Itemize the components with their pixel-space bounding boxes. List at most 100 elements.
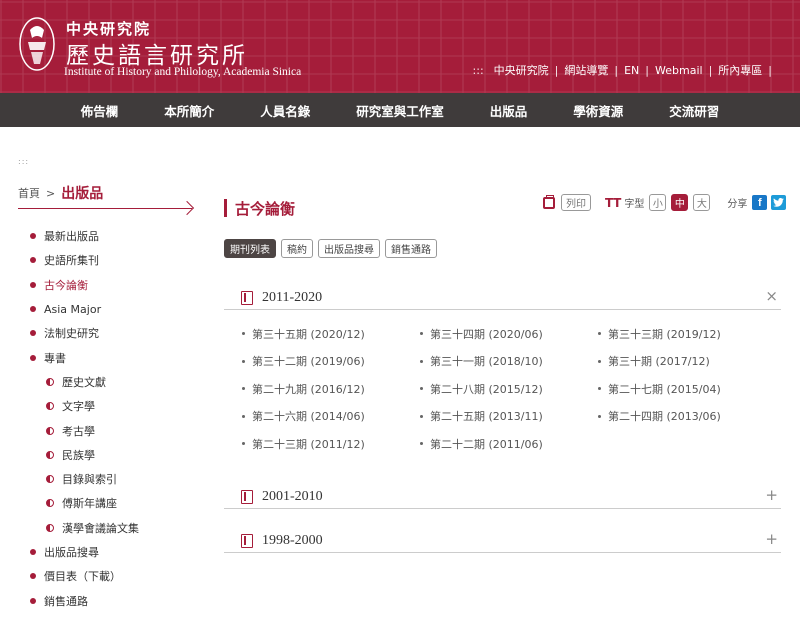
issue-link[interactable]: 第三十一期 (2018/10) bbox=[420, 348, 598, 376]
nav-item-announcements[interactable]: 佈告欄 bbox=[81, 101, 119, 120]
accesskey-marker: ::: bbox=[18, 157, 30, 166]
bullet-icon bbox=[30, 354, 36, 361]
issue-link[interactable]: 第三十四期 (2020/06) bbox=[420, 320, 598, 348]
accordion-header[interactable]: 1998-2000 + bbox=[224, 529, 781, 553]
tab-search[interactable]: 出版品搜尋 bbox=[318, 239, 380, 258]
issue-link[interactable]: 第二十三期 (2011/12) bbox=[242, 430, 420, 458]
font-medium-button[interactable]: 中 bbox=[671, 194, 689, 211]
close-icon[interactable]: × bbox=[765, 289, 778, 304]
issue-link[interactable]: 第三十三期 (2019/12) bbox=[598, 320, 776, 348]
sidebar-item-pricelist[interactable]: 價目表（下載） bbox=[28, 564, 208, 588]
divider: | bbox=[554, 63, 559, 77]
sidebar-item-label: 民族學 bbox=[62, 448, 95, 462]
twitter-icon[interactable] bbox=[771, 195, 787, 210]
bullet-icon bbox=[242, 442, 245, 446]
divider: | bbox=[614, 63, 619, 77]
tab-submission[interactable]: 稿約 bbox=[281, 239, 313, 258]
top-links: ::: 中央研究院 | 網站導覽 | EN | Webmail | 所內專區 | bbox=[473, 62, 778, 78]
toplink-intranet[interactable]: 所內專區 bbox=[718, 62, 762, 78]
accordion-2001-2010: 2001-2010 + bbox=[224, 485, 781, 509]
sidebar-item-latest[interactable]: 最新出版品 bbox=[28, 224, 208, 248]
nav-item-publications[interactable]: 出版品 bbox=[490, 101, 528, 120]
sidebar-item-bulletin[interactable]: 史語所集刊 bbox=[28, 248, 208, 272]
sidebar-subitem-philology[interactable]: 文字學 bbox=[28, 394, 208, 418]
issue-link[interactable]: 第二十七期 (2015/04) bbox=[598, 375, 776, 403]
issue-label: 第二十五期 (2013/11) bbox=[430, 410, 543, 424]
bullet-icon bbox=[30, 330, 36, 337]
issue-link[interactable]: 第三十五期 (2020/12) bbox=[242, 320, 420, 348]
breadcrumb-current: 出版品 bbox=[61, 186, 104, 202]
plus-icon[interactable]: + bbox=[765, 488, 778, 503]
breadcrumb-separator: > bbox=[46, 186, 56, 200]
issue-link[interactable]: 第二十二期 (2011/06) bbox=[420, 430, 598, 458]
issue-link[interactable]: 第二十八期 (2015/12) bbox=[420, 375, 598, 403]
issue-label: 第二十二期 (2011/06) bbox=[430, 437, 543, 451]
nav-item-about[interactable]: 本所簡介 bbox=[164, 101, 214, 120]
tab-issue-list[interactable]: 期刊列表 bbox=[224, 239, 276, 258]
sidebar-item-label: 傅斯年講座 bbox=[62, 497, 117, 511]
breadcrumb-home[interactable]: 首頁 bbox=[18, 185, 40, 201]
nav-item-exchange[interactable]: 交流研習 bbox=[669, 101, 719, 120]
issue-link[interactable]: 第三十二期 (2019/06) bbox=[242, 348, 420, 376]
book-icon bbox=[241, 533, 253, 548]
printer-icon[interactable] bbox=[543, 194, 555, 209]
sidebar-item-asia-major[interactable]: Asia Major bbox=[28, 297, 208, 321]
brand-institute-name[interactable]: 歷史語言研究所 bbox=[66, 36, 248, 70]
issue-label: 第三十二期 (2019/06) bbox=[252, 355, 365, 369]
bullet-icon bbox=[242, 359, 245, 363]
tab-sales[interactable]: 銷售通路 bbox=[385, 239, 437, 258]
sidebar-item-label: 目錄與索引 bbox=[62, 473, 117, 487]
bullet-icon bbox=[30, 573, 36, 580]
sidebar-item-sales[interactable]: 銷售通路 bbox=[28, 588, 208, 612]
nav-item-resources[interactable]: 學術資源 bbox=[573, 101, 623, 120]
sidebar-item-label: 專書 bbox=[44, 351, 66, 365]
bullet-icon bbox=[30, 549, 36, 555]
toplink-sitemap[interactable]: 網站導覽 bbox=[564, 62, 608, 78]
institute-logo-icon[interactable] bbox=[18, 16, 56, 72]
bullet-icon bbox=[30, 597, 36, 604]
page-title: 古今論衡 bbox=[235, 200, 296, 218]
half-circle-bullet-icon bbox=[46, 402, 54, 411]
accordion-title: 1998-2000 bbox=[262, 532, 323, 548]
accordion-header[interactable]: 2001-2010 + bbox=[224, 485, 781, 509]
issue-label: 第二十七期 (2015/04) bbox=[608, 382, 721, 396]
sidebar-subitem-lectures[interactable]: 傅斯年講座 bbox=[28, 491, 208, 515]
sidebar-item-monographs[interactable]: 專書 bbox=[28, 345, 208, 369]
site-header: 中央研究院 歷史語言研究所 Institute of History and P… bbox=[0, 0, 800, 93]
sidebar-item-label: 考古學 bbox=[62, 424, 95, 438]
bullet-icon bbox=[420, 414, 423, 418]
sidebar-subitem-conference[interactable]: 漢學會議論文集 bbox=[28, 516, 208, 540]
toplink-academia[interactable]: 中央研究院 bbox=[494, 62, 549, 78]
issue-link[interactable]: 第二十四期 (2013/06) bbox=[598, 403, 776, 431]
facebook-icon[interactable]: f bbox=[752, 195, 768, 210]
issue-link[interactable]: 第二十九期 (2016/12) bbox=[242, 375, 420, 403]
sidebar-item-label: 最新出版品 bbox=[44, 230, 99, 244]
issue-link[interactable]: 第三十期 (2017/12) bbox=[598, 348, 776, 376]
sidebar-item-gujin[interactable]: 古今論衡 bbox=[28, 273, 208, 297]
plus-icon[interactable]: + bbox=[765, 532, 778, 547]
sidebar-item-label: 法制史研究 bbox=[44, 327, 99, 341]
sidebar-item-search[interactable]: 出版品搜尋 bbox=[28, 540, 208, 564]
sidebar-subitem-documents[interactable]: 歷史文獻 bbox=[28, 370, 208, 394]
sidebar-item-legal-history[interactable]: 法制史研究 bbox=[28, 321, 208, 345]
accordion-title: 2011-2020 bbox=[262, 289, 323, 305]
font-large-button[interactable]: 大 bbox=[693, 194, 711, 211]
print-button[interactable]: 列印 bbox=[561, 194, 591, 211]
divider: | bbox=[708, 63, 713, 77]
sidebar-subitem-archaeology[interactable]: 考古學 bbox=[28, 418, 208, 442]
half-circle-bullet-icon bbox=[46, 523, 54, 532]
toplink-english[interactable]: EN bbox=[624, 64, 639, 77]
issue-link[interactable]: 第二十六期 (2014/06) bbox=[242, 403, 420, 431]
nav-item-people[interactable]: 人員名錄 bbox=[260, 101, 310, 120]
page-tools: 列印 ꓔT 字型 小 中 大 分享 f bbox=[543, 194, 790, 211]
sidebar-subitem-ethnology[interactable]: 民族學 bbox=[28, 443, 208, 467]
nav-item-labs[interactable]: 研究室與工作室 bbox=[356, 101, 444, 120]
half-circle-bullet-icon bbox=[46, 377, 54, 386]
sidebar-subitem-catalogs[interactable]: 目錄與索引 bbox=[28, 467, 208, 491]
font-small-button[interactable]: 小 bbox=[649, 194, 667, 211]
accordion-header[interactable]: 2011-2020 × bbox=[224, 286, 781, 310]
bullet-icon bbox=[30, 233, 36, 240]
bullet-icon bbox=[242, 414, 245, 418]
toplink-webmail[interactable]: Webmail bbox=[655, 64, 703, 77]
issue-link[interactable]: 第二十五期 (2013/11) bbox=[420, 403, 598, 431]
